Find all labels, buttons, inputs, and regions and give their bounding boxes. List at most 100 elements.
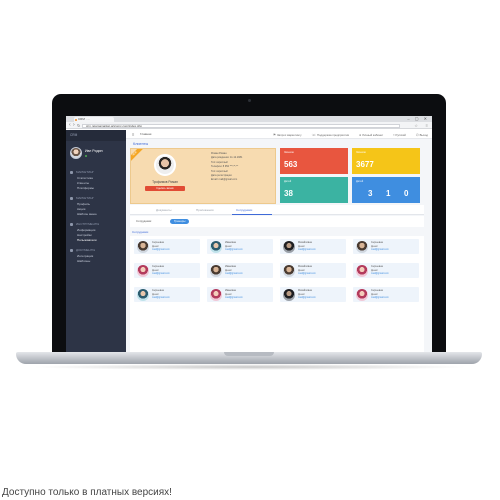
stat-label: Детей [356, 180, 364, 183]
forward-icon[interactable]: › [73, 122, 75, 129]
employee-card[interactable]: Михайловна Денис mail@gmail.com [280, 239, 346, 254]
employee-email[interactable]: mail@gmail.com [225, 248, 243, 251]
profile-photo [154, 154, 176, 176]
employee-email[interactable]: mail@gmail.com [298, 248, 316, 251]
employee-card[interactable]: Сергеевна Денис mail@gmail.com [134, 239, 200, 254]
employee-email[interactable]: mail@gmail.com [371, 248, 389, 251]
employee-email[interactable]: mail@gmail.com [371, 272, 389, 275]
topbar-item-label: Личный кабинет [362, 132, 384, 137]
section-icon [70, 171, 73, 175]
employee-card[interactable]: Сергеевна Денис mail@gmail.com [134, 287, 200, 302]
employee-card[interactable]: Сергеевна Денис mail@gmail.com [353, 239, 419, 254]
employee-avatar [210, 264, 222, 277]
employee-email[interactable]: mail@gmail.com [152, 296, 170, 299]
tab-documents[interactable]: Документы [156, 205, 171, 215]
user-name: Ивл Ридин [85, 149, 103, 153]
laptop-base [16, 352, 482, 364]
employee-card[interactable]: Ивановна Денис mail@gmail.com [207, 239, 273, 254]
filter-label: Сотрудники: [136, 219, 152, 223]
account-icon: ● [359, 132, 362, 137]
stat-card-calls[interactable]: Звонков 563 [280, 148, 348, 174]
avatar[interactable] [70, 147, 82, 159]
sidebar-item[interactable]: Платформы [66, 186, 126, 191]
bookmark-star-icon[interactable]: ☆ [414, 122, 418, 129]
paid-version-caption: Доступно только в платных версиях! [2, 487, 172, 498]
topbar: ≡ Главная ⚑ Запрос маркетингу ☏ Поддержка п… [126, 130, 432, 139]
tab-applications[interactable]: Приложения [196, 205, 214, 215]
employee-card[interactable]: Сергеевна Денис mail@gmail.com [353, 287, 419, 302]
profile-info: Роман Роман Дата рождения: 11.12.1981 Тип:… [211, 152, 271, 183]
employee-email[interactable]: mail@gmail.com [371, 296, 389, 299]
employee-avatar [210, 240, 222, 253]
sidebar-section[interactable]: Маркетинг [66, 169, 126, 176]
sidebar-section-label: Инструменты [76, 222, 100, 226]
section-icon [70, 197, 73, 201]
employee-card[interactable]: Ивановна Денис mail@gmail.com [207, 287, 273, 302]
sidebar-section-label: Маркетинг [76, 196, 95, 200]
sidebar-user[interactable]: Ивл Ридин [66, 141, 126, 165]
call-button[interactable]: Сделать звонок [145, 186, 185, 191]
section-label: Сотрудники [132, 230, 149, 234]
request-icon: ⚑ [272, 132, 276, 137]
stat-label: Звонков [284, 151, 294, 154]
sidebar-item[interactable]: Шаблон меню [66, 212, 126, 217]
browser-addressbar: ‹ › ↻ crm.ngamamarket.artcomc.com/index.… [66, 122, 432, 129]
sidebar-section[interactable]: Документы [66, 247, 126, 254]
employee-email[interactable]: mail@gmail.com [298, 296, 316, 299]
sidebar-section[interactable]: Маркетинг [66, 195, 126, 202]
topbar-item-label: Выход [419, 132, 428, 137]
url-input[interactable]: crm.ngamamarket.artcomc.com/index.php [82, 123, 400, 128]
content-tabs: Документы Приложения Сотрудники [130, 205, 424, 215]
sidebar-nav: Маркетинг Статистика Клиенты Платформы Марке… [66, 169, 126, 264]
topbar-home-label[interactable]: Главная [140, 130, 151, 139]
laptop-shadow [30, 364, 470, 370]
topbar-item[interactable]: ▪ Русский [393, 133, 406, 137]
employee-avatar [356, 288, 368, 301]
stat-value: 0 [404, 189, 409, 198]
topbar-actions: ⚑ Запрос маркетингу ☏ Поддержка предприятия… [273, 130, 428, 139]
stat-card-calls-total[interactable]: Звонков 3677 [352, 148, 420, 174]
sidebar-brand[interactable]: CRM [66, 130, 126, 141]
stat-value: 563 [284, 160, 298, 169]
topbar-item-label: Русский [395, 132, 406, 137]
employee-email[interactable]: mail@gmail.com [298, 272, 316, 275]
employee-card[interactable]: Михайловна Денис mail@gmail.com [280, 287, 346, 302]
section-icon [70, 249, 73, 253]
laptop-notch [224, 352, 274, 356]
page-title: Клиенты [133, 142, 149, 146]
reload-icon[interactable]: ↻ [77, 122, 80, 129]
sidebar-item[interactable]: Шаблоны [66, 259, 126, 264]
webcam-dot [248, 99, 251, 102]
sidebar: CRM Ивл Ридин Маркетинг Статистика Клиенты… [66, 130, 126, 352]
stat-card-children[interactable]: Детей 38 [280, 177, 348, 203]
browser-menu-icon[interactable]: ≡ [426, 122, 428, 129]
employee-email[interactable]: mail@gmail.com [152, 272, 170, 275]
filter-bar: Сотрудники: Тренеры [130, 216, 424, 227]
filter-pill-active[interactable]: Тренеры [170, 219, 190, 224]
employee-avatar [137, 288, 149, 301]
logout-icon: ⏻ [415, 132, 419, 137]
employee-card[interactable]: Михайловна Денис mail@gmail.com [280, 263, 346, 278]
employee-email[interactable]: mail@gmail.com [225, 272, 243, 275]
hamburger-icon[interactable]: ≡ [132, 130, 134, 139]
support-icon: ☏ [311, 132, 316, 137]
stat-card-children-split[interactable]: Детей 3 1 0 [352, 177, 420, 203]
sidebar-item[interactable]: Пользователи [66, 238, 126, 243]
topbar-item[interactable]: ⚑ Запрос маркетингу [273, 133, 302, 137]
employee-card[interactable]: Сергеевна Денис mail@gmail.com [353, 263, 419, 278]
topbar-item[interactable]: ● Личный кабинет [359, 133, 383, 137]
topbar-item-label: Поддержка предприятия [316, 132, 350, 137]
employee-email[interactable]: mail@gmail.com [152, 248, 170, 251]
back-icon[interactable]: ‹ [69, 122, 71, 129]
topbar-item[interactable]: ⏻ Выход [416, 133, 428, 137]
employee-email[interactable]: mail@gmail.com [225, 296, 243, 299]
people-grid: Сергеевна Денис mail@gmail.com Ивановна Дени… [130, 236, 424, 352]
employee-avatar [210, 288, 222, 301]
sidebar-section[interactable]: Инструменты [66, 221, 126, 228]
stat-value: 38 [284, 189, 293, 198]
topbar-item[interactable]: ☏ Поддержка предприятия [312, 133, 349, 137]
employee-card[interactable]: Ивановна Денис mail@gmail.com [207, 263, 273, 278]
stat-value: 3677 [356, 160, 374, 169]
employee-avatar [283, 240, 295, 253]
employee-card[interactable]: Сергеевна Денис mail@gmail.com [134, 263, 200, 278]
